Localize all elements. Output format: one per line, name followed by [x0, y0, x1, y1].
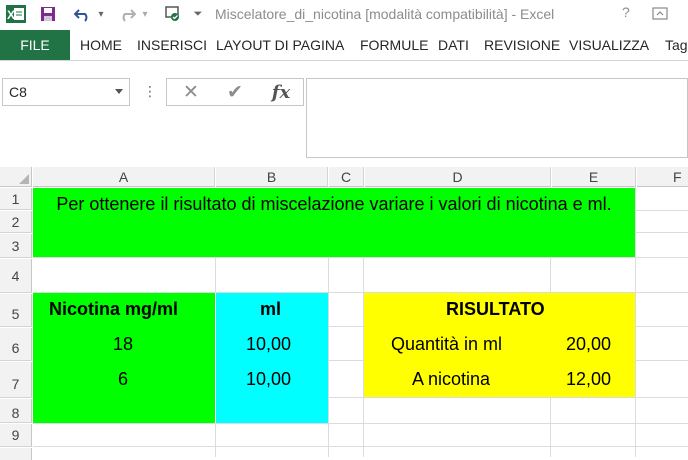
help-button[interactable]: ? — [622, 4, 630, 20]
tab-visualizza[interactable]: VISUALIZZA — [569, 37, 649, 53]
row-header-2[interactable]: 2 — [0, 211, 32, 233]
row-header-3[interactable]: 3 — [0, 234, 32, 258]
cell-d6-label[interactable]: Quantità in ml — [391, 334, 502, 355]
save-icon[interactable] — [38, 4, 58, 24]
worksheet-grid[interactable]: A B C D E F 1 2 3 4 5 6 7 8 9 Per ottene… — [0, 167, 688, 460]
undo-dropdown-icon[interactable]: ▾ — [96, 4, 106, 24]
column-header-b[interactable]: B — [216, 167, 328, 187]
column-header-d[interactable]: D — [365, 167, 551, 187]
column-header-c[interactable]: C — [329, 167, 364, 187]
column-header-f[interactable]: F — [637, 167, 688, 187]
formula-buttons: ✕ ✔ fx — [166, 78, 304, 106]
column-header-e[interactable]: E — [552, 167, 636, 187]
tab-layout-di-pagina[interactable]: LAYOUT DI PAGINA — [216, 37, 344, 53]
select-all-corner[interactable] — [0, 167, 32, 187]
tab-home[interactable]: HOME — [80, 37, 122, 53]
tab-dati[interactable]: DATI — [438, 37, 469, 53]
cell-b5-ml-header[interactable]: ml — [260, 299, 281, 320]
formula-bar-grip-icon[interactable]: ⋮ — [143, 83, 157, 100]
undo-icon[interactable] — [72, 4, 94, 24]
name-box[interactable]: C8 — [2, 78, 130, 106]
customize-qat-icon[interactable]: ⏷ — [192, 4, 204, 24]
cell-b7-value[interactable]: 10,00 — [246, 369, 291, 390]
formula-input[interactable] — [306, 78, 688, 158]
enter-check-icon[interactable]: ✔ — [217, 80, 253, 104]
svg-text:X: X — [7, 8, 15, 22]
row-header-6[interactable]: 6 — [0, 328, 32, 361]
chevron-down-icon[interactable] — [115, 89, 123, 94]
cell-e7-value[interactable]: 12,00 — [566, 369, 611, 390]
restore-window-icon[interactable] — [652, 6, 668, 23]
cell-d7-label[interactable]: A nicotina — [412, 369, 490, 390]
redo-icon[interactable] — [116, 4, 138, 24]
excel-logo-icon: X — [6, 4, 26, 24]
tab-revisione[interactable]: REVISIONE — [484, 37, 560, 53]
formula-bar-area: C8 ⋮ ✕ ✔ fx — [0, 60, 688, 167]
row-header-10[interactable] — [0, 448, 32, 460]
cell-a7-value[interactable]: 6 — [118, 369, 128, 390]
redo-dropdown-icon[interactable]: ▾ — [140, 4, 150, 24]
row-header-7[interactable]: 7 — [0, 362, 32, 398]
window-title: Miscelatore_di_nicotina [modalità compat… — [215, 6, 555, 22]
cell-d5-risultato-header[interactable]: RISULTATO — [446, 299, 545, 320]
cell-a5-nicotina-header[interactable]: Nicotina mg/ml — [49, 299, 178, 320]
insert-function-icon[interactable]: fx — [263, 80, 299, 104]
tab-file[interactable]: FILE — [0, 30, 70, 60]
cell-a6-value[interactable]: 18 — [113, 334, 133, 355]
row-header-8[interactable]: 8 — [0, 399, 32, 423]
tab-tag[interactable]: Tag — [665, 37, 688, 53]
cell-e6-value[interactable]: 20,00 — [566, 334, 611, 355]
row-header-9[interactable]: 9 — [0, 424, 32, 447]
row-header-1[interactable]: 1 — [0, 188, 32, 210]
name-box-value: C8 — [9, 84, 27, 100]
touch-mode-icon[interactable] — [162, 4, 184, 24]
row-header-5[interactable]: 5 — [0, 294, 32, 327]
row-header-4[interactable]: 4 — [0, 259, 32, 293]
tab-inserisci[interactable]: INSERISCI — [137, 37, 207, 53]
cell-b6-value[interactable]: 10,00 — [246, 334, 291, 355]
column-header-a[interactable]: A — [33, 167, 215, 187]
ribbon-tabs: FILE HOME INSERISCI LAYOUT DI PAGINA FOR… — [0, 30, 688, 60]
instructions-banner[interactable]: Per ottenere il risultato di miscelazion… — [33, 189, 635, 219]
tab-formule[interactable]: FORMULE — [360, 37, 428, 53]
title-bar: X ▾ ▾ ⏷ Miscelatore_di_nicotina [modalit… — [0, 0, 688, 30]
cancel-icon[interactable]: ✕ — [173, 80, 209, 104]
